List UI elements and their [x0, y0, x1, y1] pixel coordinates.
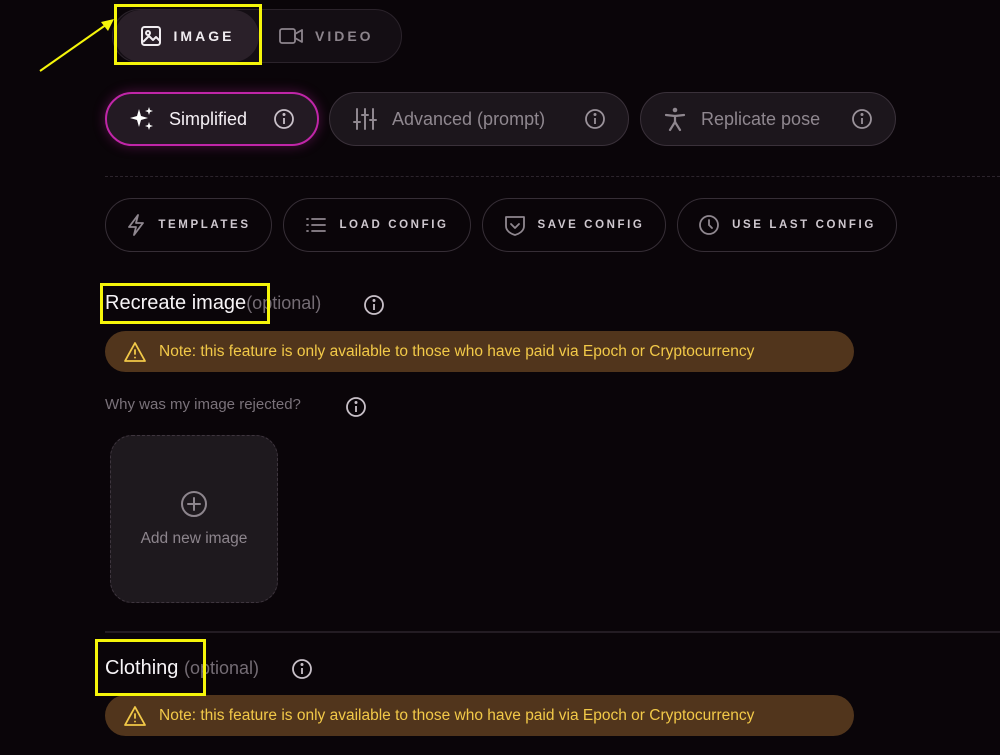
video-camera-icon [279, 27, 303, 45]
add-new-image-dropzone[interactable]: Add new image [110, 435, 278, 603]
info-icon[interactable] [345, 396, 367, 418]
info-icon[interactable] [273, 108, 295, 130]
save-config-label: SAVE CONFIG [537, 219, 645, 231]
tab-advanced-prompt[interactable]: Advanced (prompt) [329, 92, 629, 146]
why-rejected-text: Why was my image rejected? [105, 396, 301, 413]
info-icon[interactable] [584, 108, 606, 130]
section-divider [105, 631, 1000, 633]
use-last-config-label: USE LAST CONFIG [732, 219, 876, 231]
plus-circle-icon [180, 490, 208, 518]
why-rejected-row: Why was my image rejected? [105, 396, 301, 413]
note-text: Note: this feature is only available to … [159, 706, 755, 724]
save-config-button[interactable]: SAVE CONFIG [482, 198, 666, 252]
highlight-box-clothing [95, 639, 206, 696]
annotation-arrow [39, 19, 114, 72]
highlight-box-image [114, 4, 262, 65]
tab-simplified[interactable]: Simplified [105, 92, 319, 146]
info-icon[interactable] [291, 658, 313, 680]
tab-replicate-pose[interactable]: Replicate pose [640, 92, 896, 146]
save-shield-icon [504, 214, 526, 236]
person-pose-icon [663, 106, 687, 132]
video-toggle-button[interactable]: VIDEO [279, 10, 374, 62]
sliders-icon [352, 106, 378, 132]
lightning-icon [126, 214, 146, 236]
warning-icon [123, 705, 147, 727]
tab-advanced-label: Advanced (prompt) [392, 108, 546, 129]
payment-note-banner: Note: this feature is only available to … [105, 695, 854, 736]
tab-simplified-label: Simplified [169, 108, 248, 129]
video-toggle-label: VIDEO [315, 28, 374, 44]
tab-replicate-label: Replicate pose [701, 108, 821, 129]
info-icon[interactable] [363, 294, 385, 316]
templates-label: TEMPLATES [158, 219, 251, 231]
load-config-label: LOAD CONFIG [339, 219, 449, 231]
list-icon [305, 216, 327, 234]
use-last-config-button[interactable]: USE LAST CONFIG [677, 198, 897, 252]
templates-button[interactable]: TEMPLATES [105, 198, 272, 252]
payment-note-banner: Note: this feature is only available to … [105, 331, 854, 372]
note-text: Note: this feature is only available to … [159, 342, 755, 360]
warning-icon [123, 341, 147, 363]
divider [105, 176, 1000, 177]
highlight-box-recreate [100, 283, 270, 324]
add-new-image-label: Add new image [140, 530, 248, 547]
clock-icon [698, 214, 720, 236]
load-config-button[interactable]: LOAD CONFIG [283, 198, 471, 252]
info-icon[interactable] [851, 108, 873, 130]
sparkles-icon [129, 106, 155, 132]
